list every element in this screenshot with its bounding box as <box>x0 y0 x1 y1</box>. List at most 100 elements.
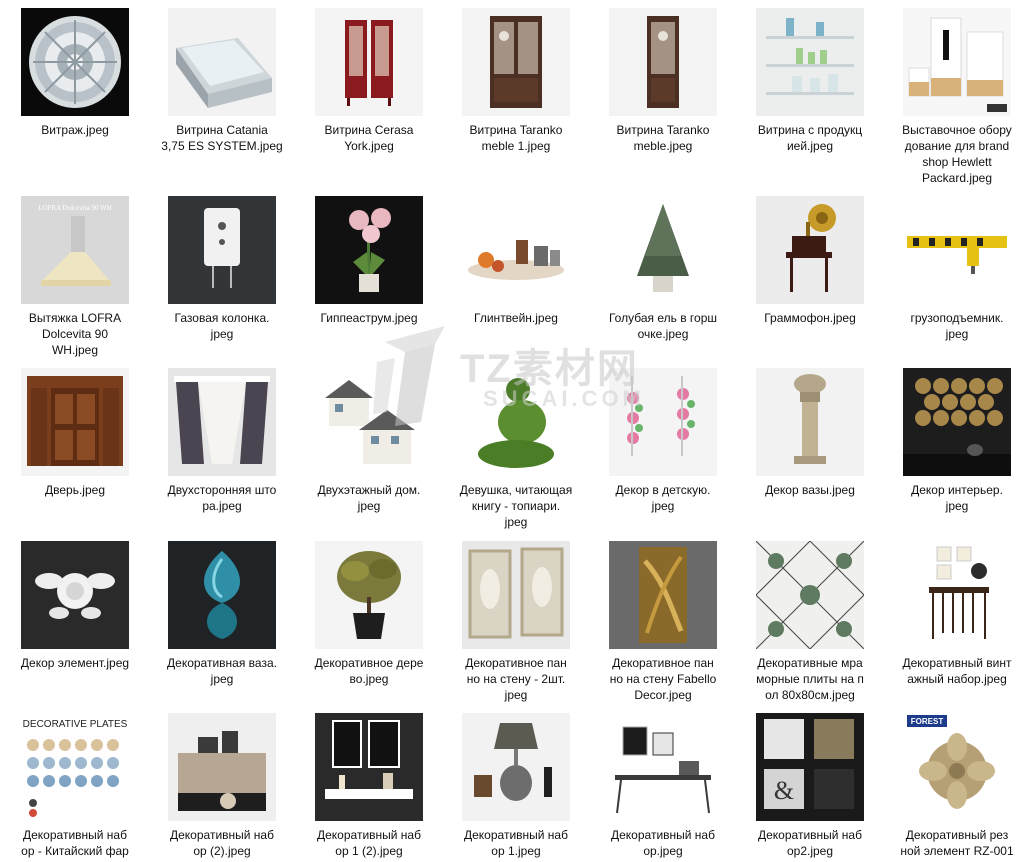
file-item[interactable]: Девушка, читающая книгу - топиари. jpeg <box>447 368 585 530</box>
console-set-thumbnail[interactable] <box>609 713 717 821</box>
file-item[interactable]: & Декоративный наб ор2.jpeg <box>741 713 879 859</box>
file-item[interactable]: Декоративное пан но на стену - 2шт. jpeg <box>447 541 585 703</box>
file-name: Граммофон.jpeg <box>764 311 856 325</box>
file-name: Выставочное обору дование для brand shop… <box>902 123 1012 185</box>
file-item[interactable]: Витрина Taranko meble.jpeg <box>594 8 732 154</box>
file-item[interactable]: грузоподъемник. jpeg <box>888 196 1026 342</box>
file-item[interactable]: Витрина Catania 3,75 ES SYSTEM.jpeg <box>153 8 291 154</box>
file-name: Гиппеаструм.jpeg <box>320 311 418 325</box>
gas-heater-thumbnail[interactable] <box>168 196 276 304</box>
interior-decor-thumbnail[interactable] <box>903 368 1011 476</box>
shelf-set-thumbnail[interactable]: & <box>756 713 864 821</box>
file-name: грузоподъемник. jpeg <box>910 311 1004 341</box>
file-item[interactable]: Глинтвейн.jpeg <box>447 196 585 326</box>
vintage-set-thumbnail[interactable] <box>903 541 1011 649</box>
file-item[interactable]: Декор в детскую. jpeg <box>594 368 732 514</box>
file-item[interactable]: Декоративный наб ор 1.jpeg <box>447 713 585 859</box>
file-item[interactable]: Декоративное дере во.jpeg <box>300 541 438 687</box>
gold-panel-thumbnail[interactable] <box>609 541 717 649</box>
file-name: Витрина Cerasa York.jpeg <box>324 123 414 153</box>
file-name: Вытяжка LOFRA Dolcevita 90 WH.jpeg <box>28 311 122 357</box>
file-item[interactable]: Дверь.jpeg <box>6 368 144 498</box>
file-item[interactable]: Декор элемент.jpeg <box>6 541 144 671</box>
file-name: Декоративное пан но на стену - 2шт. jpeg <box>465 656 567 702</box>
file-item[interactable]: Двухсторонняя што ра.jpeg <box>153 368 291 514</box>
plates-thumbnail[interactable]: DECORATIVE PLATES <box>21 713 129 821</box>
file-name: Декор в детскую. jpeg <box>615 483 711 513</box>
file-item[interactable]: Декор вазы.jpeg <box>741 368 879 498</box>
file-name: Декоративное пан но на стену Fabello Dec… <box>609 656 717 702</box>
display-fridge-thumbnail[interactable] <box>168 8 276 116</box>
kids-decor-thumbnail[interactable] <box>609 368 717 476</box>
file-item[interactable]: DECORATIVE PLATES Декоративный наб ор - … <box>6 713 144 859</box>
file-name: Двухсторонняя што ра.jpeg <box>167 483 277 513</box>
gramophone-thumbnail[interactable] <box>756 196 864 304</box>
file-name: Декоративный наб ор 1 (2).jpeg <box>317 828 421 858</box>
brand-caption: FOREST <box>911 717 944 726</box>
file-name: Декоративный наб ор 1.jpeg <box>464 828 568 858</box>
photo-set-thumbnail[interactable] <box>315 713 423 821</box>
file-name: Декоративный винт ажный набор.jpeg <box>902 656 1012 686</box>
file-name: Декоративный рез ной элемент RZ-001 <box>900 828 1014 858</box>
wall-panel-thumbnail[interactable] <box>462 541 570 649</box>
file-name: Голубая ель в горш очке.jpeg <box>608 311 717 341</box>
file-item[interactable]: Витраж.jpeg <box>6 8 144 138</box>
curtain-thumbnail[interactable] <box>168 368 276 476</box>
file-item[interactable]: Витрина Taranko meble 1.jpeg <box>447 8 585 154</box>
file-name: Декор вазы.jpeg <box>765 483 855 497</box>
file-name: Девушка, читающая книгу - топиари. jpeg <box>459 483 573 529</box>
mulled-wine-thumbnail[interactable] <box>462 196 570 304</box>
file-name: Декоративное дере во.jpeg <box>314 656 424 686</box>
lamp-set-thumbnail[interactable] <box>462 713 570 821</box>
file-item[interactable]: Декоративное пан но на стену Fabello Dec… <box>594 541 732 703</box>
file-item[interactable]: Декоративный винт ажный набор.jpeg <box>888 541 1026 687</box>
file-item[interactable]: Декоративные мра морные плиты на п ол 80… <box>741 541 879 703</box>
vase-column-thumbnail[interactable] <box>756 368 864 476</box>
ornament-thumbnail[interactable] <box>21 541 129 649</box>
file-name: Двухэтажный дом. jpeg <box>317 483 421 513</box>
wood-cabinet-thumbnail[interactable] <box>609 8 717 116</box>
file-item[interactable]: Газовая колонка. jpeg <box>153 196 291 342</box>
carved-element-thumbnail[interactable]: FOREST <box>903 713 1011 821</box>
house-thumbnail[interactable] <box>315 368 423 476</box>
glass-shelf-thumbnail[interactable] <box>756 8 864 116</box>
file-item[interactable]: Гиппеаструм.jpeg <box>300 196 438 326</box>
file-item[interactable]: Витрина Cerasa York.jpeg <box>300 8 438 154</box>
file-name: Витраж.jpeg <box>41 123 109 137</box>
file-item[interactable]: Двухэтажный дом. jpeg <box>300 368 438 514</box>
topiary-thumbnail[interactable] <box>462 368 570 476</box>
file-grid: Витраж.jpeg Витрина Catania 3,75 ES SYST… <box>0 0 1035 862</box>
file-name: Декоративный наб ор - Китайский фар <box>21 828 129 858</box>
file-name: Декоративный наб ор2.jpeg <box>758 828 862 858</box>
file-item[interactable]: Голубая ель в горш очке.jpeg <box>594 196 732 342</box>
range-hood-thumbnail[interactable]: LOFRA Dolcevita 90 WH <box>21 196 129 304</box>
file-item[interactable]: LOFRA Dolcevita 90 WH Вытяжка LOFRA Dolc… <box>6 196 144 358</box>
file-item[interactable]: Декоративный наб ор (2).jpeg <box>153 713 291 859</box>
file-item[interactable]: Декоративный наб ор 1 (2).jpeg <box>300 713 438 859</box>
red-cabinet-thumbnail[interactable] <box>315 8 423 116</box>
file-item[interactable]: Декоративная ваза. jpeg <box>153 541 291 687</box>
file-item[interactable]: Граммофон.jpeg <box>741 196 879 326</box>
plates-caption: DECORATIVE PLATES <box>23 719 128 730</box>
hood-caption: LOFRA Dolcevita 90 WH <box>38 204 112 212</box>
file-item[interactable]: Декор интерьер. jpeg <box>888 368 1026 514</box>
crane-thumbnail[interactable] <box>903 196 1011 304</box>
stained-glass-thumbnail[interactable] <box>21 8 129 116</box>
exhibition-stand-thumbnail[interactable] <box>903 8 1011 116</box>
file-item[interactable]: Витрина с продукц ией.jpeg <box>741 8 879 154</box>
file-name: Декоративный наб ор (2).jpeg <box>170 828 274 858</box>
sideboard-set-thumbnail[interactable] <box>168 713 276 821</box>
file-name: Газовая колонка. jpeg <box>174 311 270 341</box>
blue-vase-thumbnail[interactable] <box>168 541 276 649</box>
file-item[interactable]: Декоративный наб ор.jpeg <box>594 713 732 859</box>
file-item[interactable]: Выставочное обору дование для brand shop… <box>888 8 1026 186</box>
file-name: Витрина Taranko meble.jpeg <box>616 123 710 153</box>
decorative-tree-thumbnail[interactable] <box>315 541 423 649</box>
wooden-door-thumbnail[interactable] <box>21 368 129 476</box>
flower-pot-thumbnail[interactable] <box>315 196 423 304</box>
file-item[interactable]: FOREST Декоративный рез ной элемент RZ-0… <box>888 713 1026 859</box>
wood-cabinet-thumbnail[interactable] <box>462 8 570 116</box>
spruce-pot-thumbnail[interactable] <box>609 196 717 304</box>
marble-tiles-thumbnail[interactable] <box>756 541 864 649</box>
file-name: Декоративная ваза. jpeg <box>167 656 277 686</box>
